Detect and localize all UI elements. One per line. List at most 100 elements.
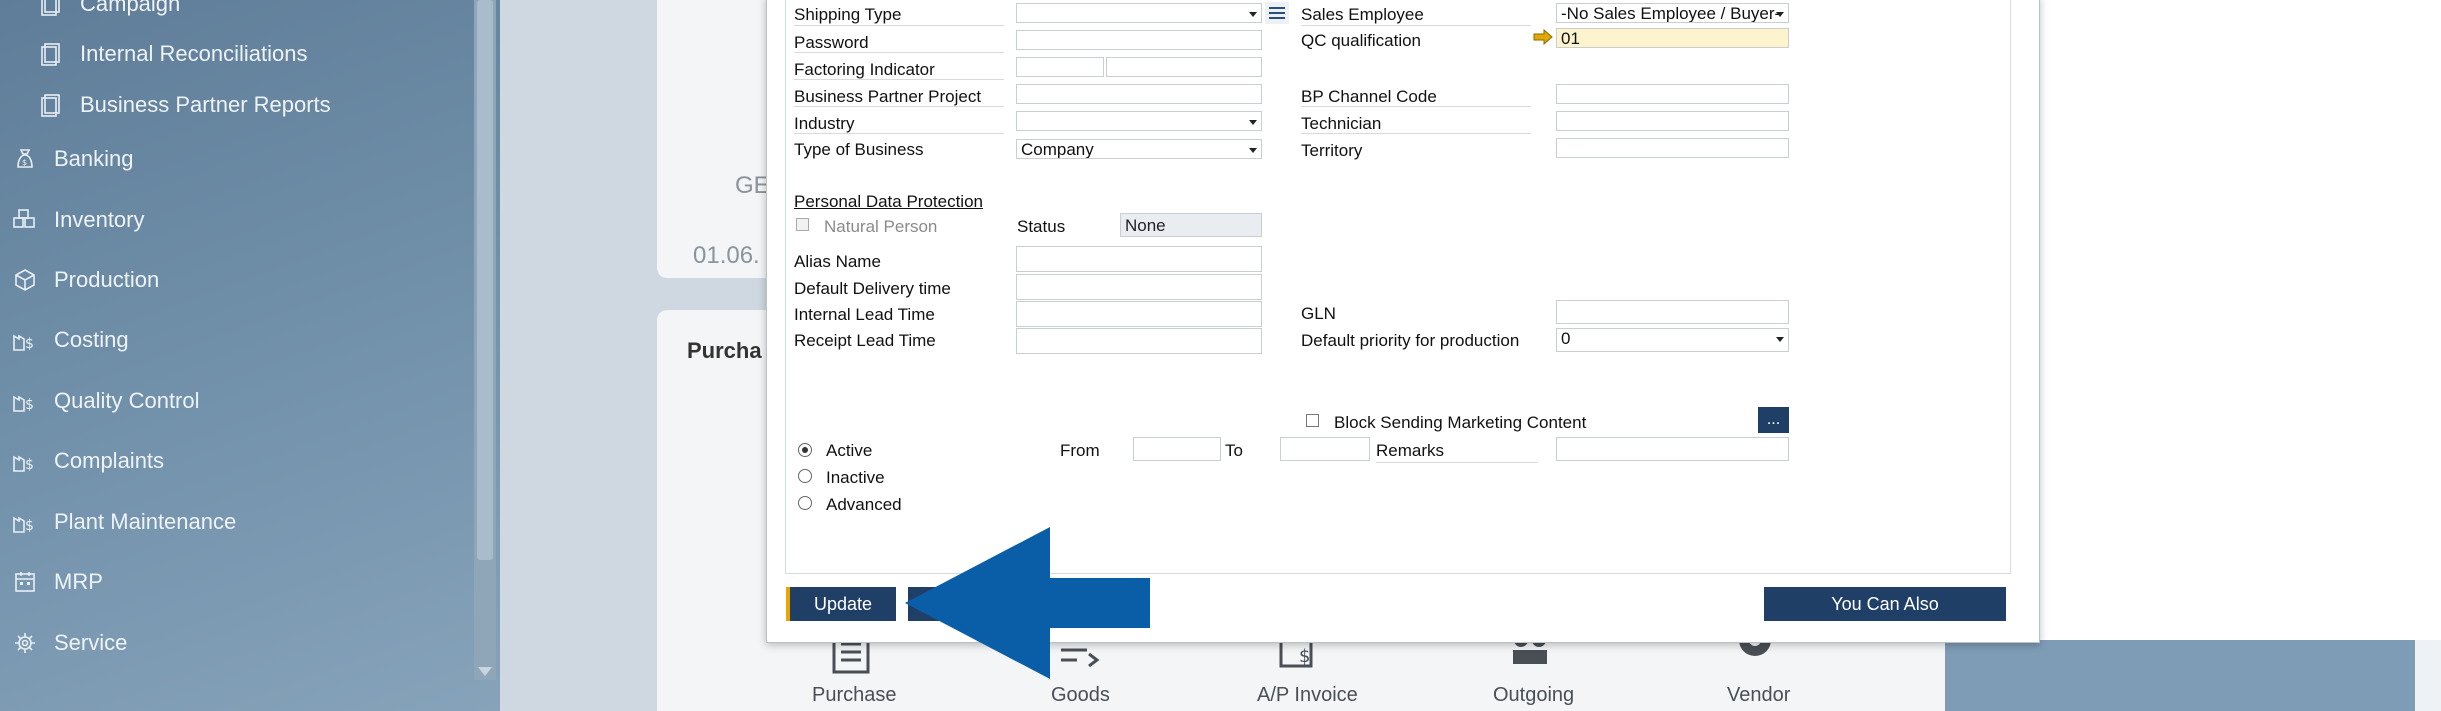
qc-qualification-input[interactable]: 01	[1556, 28, 1789, 48]
nav-item-costing[interactable]: $ Costing	[10, 320, 129, 360]
flow-label-ap-invoice[interactable]: A/P Invoice	[1257, 684, 1358, 707]
nav-item-label: Service	[54, 630, 128, 655]
natural-person-checkbox[interactable]	[796, 218, 809, 231]
shipping-type-label: Shipping Type	[794, 5, 902, 24]
nav-item-service[interactable]: Service	[10, 623, 127, 663]
nav-item-plant-maintenance[interactable]: $ Plant Maintenance	[10, 502, 236, 542]
alias-name-label: Alias Name	[794, 252, 881, 271]
calendar-icon	[10, 567, 40, 597]
receipt-lead-time-label: Receipt Lead Time	[794, 331, 936, 350]
nav-item-label: Plant Maintenance	[54, 509, 237, 534]
flow-label-outgoing[interactable]: Outgoing	[1493, 684, 1574, 707]
from-label: From	[1060, 441, 1100, 460]
svg-text:$: $	[25, 518, 34, 534]
type-of-business-dropdown[interactable]: Company	[1016, 139, 1262, 159]
advanced-label: Advanced	[826, 495, 902, 514]
svg-text:$: $	[22, 158, 27, 167]
block-marketing-checkbox[interactable]	[1306, 414, 1319, 427]
territory-input[interactable]	[1556, 138, 1789, 158]
type-of-business-label: Type of Business	[794, 140, 924, 159]
advanced-radio[interactable]	[798, 496, 812, 510]
tutorial-pointer-arrow-icon	[905, 527, 1150, 679]
bp-project-input[interactable]	[1016, 84, 1262, 104]
from-date-input[interactable]	[1133, 437, 1221, 461]
active-label: Active	[826, 441, 873, 460]
bp-channel-code-input[interactable]	[1556, 84, 1789, 104]
nav-item-inventory[interactable]: Inventory	[10, 200, 145, 240]
flow-label-purchase[interactable]: Purchase	[812, 684, 897, 707]
scrollbar-thumb[interactable]	[477, 0, 493, 560]
inactive-radio[interactable]	[798, 469, 812, 483]
flow-label-vendor[interactable]: Vendor	[1727, 684, 1790, 707]
personal-data-protection-heading: Personal Data Protection	[794, 192, 983, 211]
default-delivery-time-label: Default Delivery time	[794, 279, 951, 298]
gln-input[interactable]	[1556, 300, 1789, 324]
sales-employee-label: Sales Employee	[1301, 5, 1424, 24]
nav-item-internal-reconciliations[interactable]: Internal Reconciliations	[36, 34, 307, 74]
factory-dollar-icon: $	[10, 446, 40, 476]
internal-lead-time-input[interactable]	[1016, 301, 1262, 327]
shipping-type-dropdown[interactable]	[1016, 3, 1262, 23]
sidebar: Campaign Internal Reconciliations Busine…	[0, 0, 500, 711]
status-label: Status	[1017, 217, 1066, 236]
shipping-list-icon[interactable]	[1265, 2, 1289, 24]
nav-item-label: Internal Reconciliations	[80, 41, 308, 66]
factoring-indicator-label: Factoring Indicator	[794, 60, 935, 79]
remarks-input[interactable]	[1556, 437, 1789, 461]
qc-qualification-label: QC qualification	[1301, 31, 1422, 50]
update-button[interactable]: Update	[786, 587, 896, 621]
internal-lead-time-label: Internal Lead Time	[794, 305, 935, 324]
scroll-down-icon[interactable]	[478, 667, 492, 676]
active-radio[interactable]	[798, 443, 812, 457]
natural-person-label: Natural Person	[824, 217, 938, 236]
nav-item-label: MRP	[54, 569, 103, 594]
flow-label-goods[interactable]: Goods	[1051, 684, 1110, 707]
nav-item-label: Campaign	[80, 0, 181, 16]
nav-item-complaints[interactable]: $ Complaints	[10, 441, 164, 481]
nav-item-business-partner-reports[interactable]: Business Partner Reports	[36, 85, 331, 125]
nav-item-production[interactable]: Production	[10, 260, 159, 300]
default-priority-label: Default priority for production	[1301, 331, 1520, 350]
remarks-label: Remarks	[1376, 441, 1445, 460]
cube-icon	[10, 265, 40, 295]
svg-text:$: $	[25, 457, 34, 473]
nav-item-mrp[interactable]: MRP	[10, 562, 103, 602]
default-delivery-time-input[interactable]	[1016, 274, 1262, 300]
ellipsis-button[interactable]: ...	[1758, 407, 1789, 433]
industry-label: Industry	[794, 114, 855, 133]
password-input[interactable]	[1016, 30, 1262, 50]
nav-item-label: Banking	[54, 146, 134, 171]
nav-item-banking[interactable]: $ Banking	[10, 139, 134, 179]
svg-text:$: $	[25, 397, 34, 413]
sidebar-scrollbar[interactable]	[474, 0, 496, 680]
technician-input[interactable]	[1556, 111, 1789, 131]
link-arrow-icon[interactable]	[1533, 29, 1553, 45]
industry-dropdown[interactable]	[1016, 111, 1262, 131]
sales-employee-dropdown[interactable]: -No Sales Employee / Buyer-	[1556, 3, 1789, 23]
widget-partial-date: 01.06.	[693, 242, 760, 269]
factory-dollar-icon: $	[10, 386, 40, 416]
inactive-label: Inactive	[826, 468, 885, 487]
default-priority-dropdown[interactable]: 0	[1556, 328, 1789, 352]
widget-partial-text: GE	[735, 172, 770, 199]
factoring-code-input[interactable]	[1016, 57, 1104, 77]
alias-name-input[interactable]	[1016, 246, 1262, 272]
right-blue-area	[1945, 640, 2441, 711]
status-field: None	[1120, 213, 1262, 237]
nav-item-label: Production	[54, 267, 160, 292]
receipt-lead-time-input[interactable]	[1016, 328, 1262, 354]
you-can-also-button[interactable]: You Can Also	[1764, 587, 2006, 621]
technician-label: Technician	[1301, 114, 1382, 133]
nav-item-label: Inventory	[54, 207, 145, 232]
svg-text:$: $	[25, 336, 34, 352]
nav-item-campaign[interactable]: Campaign	[36, 0, 180, 24]
boxes-icon	[10, 205, 40, 235]
nav-item-quality-control[interactable]: $ Quality Control	[10, 381, 200, 421]
factory-dollar-icon: $	[10, 507, 40, 537]
to-label: To	[1225, 441, 1243, 460]
territory-label: Territory	[1301, 141, 1363, 160]
factoring-name-input[interactable]	[1106, 57, 1262, 77]
widget-heading: Purcha	[687, 338, 762, 363]
nav-item-label: Quality Control	[54, 388, 200, 413]
to-date-input[interactable]	[1280, 437, 1370, 461]
